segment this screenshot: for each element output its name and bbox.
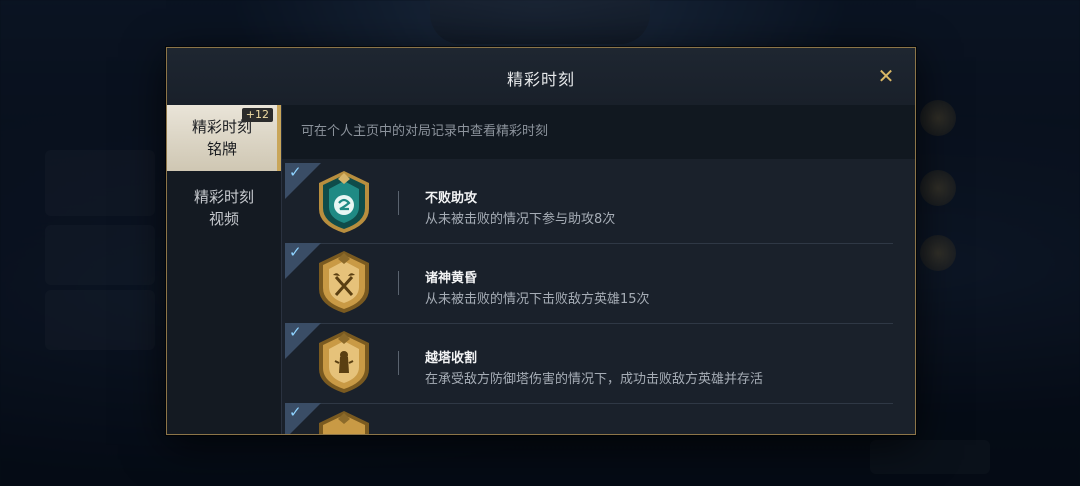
achievement-desc: 从未被击败的情况下参与助攻8次 bbox=[425, 212, 616, 227]
teal-medal-icon bbox=[319, 171, 369, 233]
divider bbox=[398, 351, 399, 375]
count-badge: +12 bbox=[241, 108, 273, 122]
achievement-desc: 在承受敌方防御塔伤害的情况下，成功击败敌方英雄并存活 bbox=[425, 372, 764, 387]
achievement-list[interactable]: ✓ 不败助攻 从未被击败的情况下参与助攻8次 ✓ 诸神黄昏 从未被击败的情况下击… bbox=[282, 163, 915, 434]
achievement-item[interactable]: ✓ bbox=[285, 403, 893, 434]
close-icon: ✕ bbox=[877, 64, 895, 88]
tab-label-line2: 视频 bbox=[208, 210, 239, 228]
tab-highlight-plates[interactable]: 精彩时刻 铭牌 +12 bbox=[167, 105, 281, 171]
content-panel: 可在个人主页中的对局记录中查看精彩时刻 ✓ 不败助攻 从未被击败的情况下参与助攻… bbox=[282, 105, 915, 434]
check-icon: ✓ bbox=[289, 243, 302, 261]
achievement-item[interactable]: ✓ 不败助攻 从未被击败的情况下参与助攻8次 bbox=[285, 163, 893, 244]
check-icon: ✓ bbox=[289, 323, 302, 341]
achievement-title: 诸神黄昏 bbox=[425, 271, 478, 286]
tab-highlight-videos[interactable]: 精彩时刻 视频 bbox=[167, 175, 281, 241]
tab-label-line1: 精彩时刻 bbox=[193, 188, 254, 206]
highlights-modal: 精彩时刻 ✕ 精彩时刻 铭牌 +12 精彩时刻 视频 可在个人主页中的对局记录中… bbox=[166, 47, 916, 435]
achievement-title: 不败助攻 bbox=[425, 191, 478, 206]
divider bbox=[398, 271, 399, 295]
modal-header: 精彩时刻 ✕ bbox=[167, 48, 915, 106]
modal-title: 精彩时刻 bbox=[506, 70, 575, 89]
close-button[interactable]: ✕ bbox=[875, 65, 897, 87]
achievement-item[interactable]: ✓ 诸神黄昏 从未被击败的情况下击败敌方英雄15次 bbox=[285, 243, 893, 324]
tab-label: 精彩时刻 铭牌 bbox=[167, 116, 277, 160]
check-icon: ✓ bbox=[289, 403, 302, 421]
sidebar: 精彩时刻 铭牌 +12 精彩时刻 视频 bbox=[167, 105, 282, 434]
hint-text: 可在个人主页中的对局记录中查看精彩时刻 bbox=[282, 105, 915, 159]
achievement-title: 越塔收割 bbox=[425, 351, 478, 366]
achievement-desc: 从未被击败的情况下击败敌方英雄15次 bbox=[425, 292, 650, 307]
gold-axes-medal-icon bbox=[319, 251, 369, 313]
divider bbox=[398, 191, 399, 215]
tab-label: 精彩时刻 视频 bbox=[167, 186, 281, 230]
gold-medal-icon bbox=[319, 411, 369, 434]
tab-label-line2: 铭牌 bbox=[206, 140, 237, 158]
check-icon: ✓ bbox=[289, 163, 302, 181]
gold-tower-medal-icon bbox=[319, 331, 369, 393]
achievement-item[interactable]: ✓ 越塔收割 在承受敌方防御塔伤害的情况下，成功击败敌方英雄并存活 bbox=[285, 323, 893, 404]
